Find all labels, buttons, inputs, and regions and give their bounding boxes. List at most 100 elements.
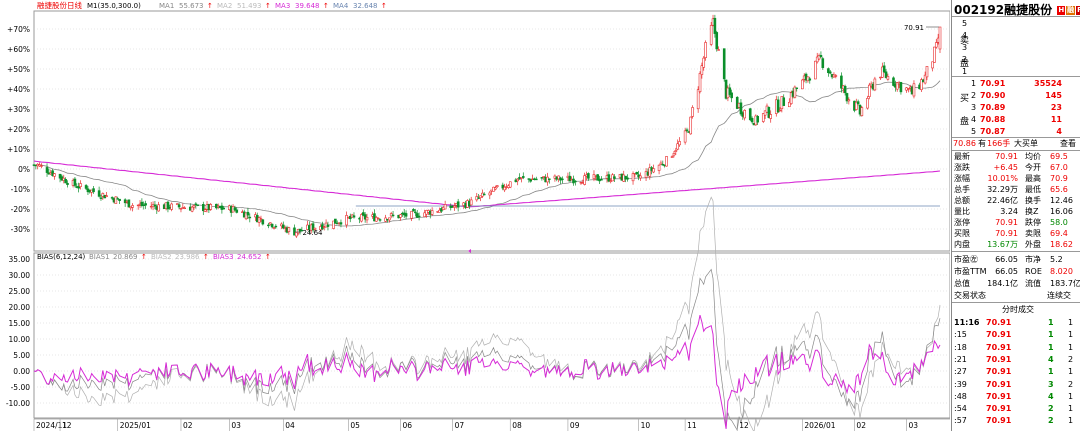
price-tick-label: -20%: [11, 205, 30, 214]
tick-row: :39 70.91 3 2: [952, 379, 1080, 391]
candle-body: [495, 185, 499, 188]
badge-margin[interactable]: 融: [1066, 6, 1076, 15]
candle-body: [66, 182, 69, 185]
tick-count: 2: [1068, 354, 1074, 364]
candle-body: [698, 73, 702, 92]
candle-body: [73, 178, 77, 186]
bias-tick-label: 30.00: [9, 271, 31, 280]
bias-legend-name: BIAS(6,12,24): [37, 253, 86, 261]
candle-body: [672, 153, 676, 156]
price-tick-label: +10%: [7, 145, 30, 154]
buy-level: 1: [971, 79, 977, 88]
candle-body: [899, 82, 903, 93]
big-order-lots: 166手: [987, 139, 1011, 148]
legend-ma-arrow: ↑: [381, 2, 387, 10]
sell-row: 3: [952, 42, 1080, 54]
legend-ma-value: 32.648: [353, 2, 378, 10]
candle-body: [778, 109, 782, 112]
x-tick-label: 05: [350, 421, 360, 430]
candle-body: [274, 225, 278, 228]
candle-body: [183, 207, 186, 210]
candle-body: [99, 197, 103, 199]
val-key: 总值: [954, 279, 970, 288]
trade-status-row: 交易状态 连续交: [952, 290, 1080, 302]
legend-ma-label: MA2: [217, 2, 232, 10]
candle-body: [696, 89, 700, 110]
x-tick-label: 12: [62, 421, 72, 430]
buy-vol: 145: [1045, 91, 1062, 100]
bias-legend-label: BIAS1: [89, 253, 110, 261]
tick-price: 70.91: [986, 330, 1012, 340]
tick-time: :48: [954, 391, 967, 401]
buy-price: 70.90: [980, 91, 1006, 100]
tick-title-row: 分时成交: [952, 304, 1080, 316]
candle-body: [639, 175, 642, 179]
candle-body: [334, 218, 337, 224]
price-tick-label: -10%: [11, 185, 30, 194]
price-tick-label: +50%: [7, 65, 30, 74]
x-tick-label: 2025/01: [120, 421, 151, 430]
price-legend: 融捷股份日线 M1(35.0,300.0) MA1 55.673 ↑ MA2 51.493 ↑…: [37, 0, 387, 10]
badge-r[interactable]: R: [1076, 6, 1080, 15]
candle-body: [715, 32, 719, 50]
x-tick-label: 02: [183, 421, 193, 430]
candle-body: [399, 214, 402, 218]
trade-status-label: 交易状态: [954, 291, 986, 300]
tick-vol: 4: [1048, 391, 1054, 401]
val-key: 流值: [1025, 279, 1041, 288]
candle-body: [235, 209, 239, 213]
candle-body: [170, 203, 173, 210]
tick-count: 1: [1068, 404, 1074, 414]
buy-vol: 23: [1050, 103, 1062, 112]
tick-row: :18 70.91 1 1: [952, 342, 1080, 354]
candle-body: [819, 54, 823, 58]
big-order-row: 70.86 有 166手 大买单 查看: [952, 138, 1080, 150]
bias-legend-value: 23.986: [175, 253, 200, 261]
candle-body: [203, 209, 207, 212]
legend-ma-label: MA1: [159, 2, 174, 10]
bias-tick-label: 25.00: [9, 287, 31, 296]
buy-row: 3 70.89 23: [952, 102, 1080, 114]
bias-tick-label: 0.00: [13, 367, 30, 376]
val-key: 市净: [1025, 255, 1041, 264]
x-tick-label: 08: [512, 421, 522, 430]
bias-legend-value: 20.869: [113, 253, 138, 261]
candle-body: [561, 178, 564, 181]
chart-area[interactable]: +70% +60% +50% +40% +30% +20% +10% 0% -10% -20% -3…: [0, 0, 950, 431]
tick-count: 1: [1068, 367, 1074, 377]
val-value: 184.1亿: [987, 279, 1018, 288]
low-marker-label: 24.64: [302, 229, 323, 237]
tick-vol: 1: [1048, 330, 1054, 340]
price-tick-label: +70%: [7, 25, 30, 34]
candle-body: [657, 164, 661, 171]
x-tick-label: 03: [909, 421, 919, 430]
buy-row: 4 70.88 11: [952, 114, 1080, 126]
candle-body: [674, 150, 678, 152]
candle-body: [534, 178, 538, 181]
candle-body: [808, 78, 812, 81]
buy-row: 2 70.90 145: [952, 90, 1080, 102]
candle-body: [934, 42, 938, 48]
val-key: ROE: [1025, 267, 1042, 276]
tick-time: :27: [954, 367, 967, 377]
val-value: 8.020: [1050, 267, 1073, 276]
tick-title: 分时成交: [1002, 305, 1034, 314]
badge-h[interactable]: H: [1057, 6, 1066, 15]
candle-body: [683, 130, 687, 143]
candle-body: [177, 204, 181, 208]
candle-body: [631, 173, 635, 182]
candle-body: [508, 181, 512, 188]
stat-row: 内盘 13.67万 外盘 18.62: [952, 239, 1080, 251]
buy-level: 3: [971, 103, 977, 112]
candle-body: [127, 199, 131, 208]
sell-row: 2: [952, 54, 1080, 66]
buy-row: 1 70.91 35524: [952, 78, 1080, 90]
big-order-label: 大买单: [1014, 139, 1038, 148]
candle-body: [92, 188, 95, 193]
tick-row: :48 70.91 4 1: [952, 391, 1080, 403]
stat-key: 内盘: [954, 240, 970, 249]
candle-body: [709, 25, 713, 45]
candle-body: [795, 87, 799, 89]
buy-level: 2: [971, 91, 977, 100]
legend-ma-label: MA3: [275, 2, 290, 10]
